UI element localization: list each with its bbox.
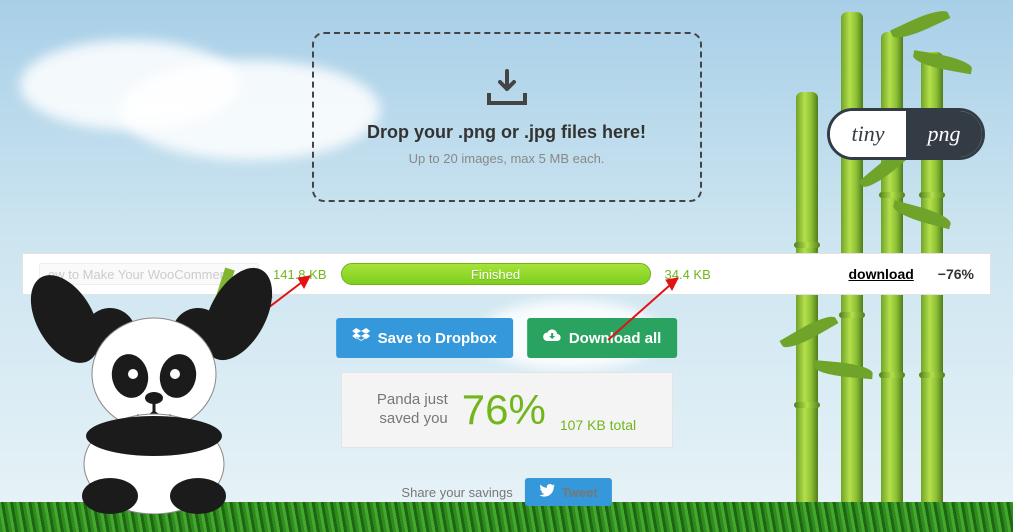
logo-right: png xyxy=(906,111,982,157)
savings-summary: Panda just saved you 76% 107 KB total xyxy=(341,372,673,448)
savings-percent: 76% xyxy=(462,386,546,434)
share-label: Share your savings xyxy=(401,485,512,500)
tinypng-logo[interactable]: tiny png xyxy=(827,108,985,160)
download-tray-icon xyxy=(483,69,531,114)
save-to-dropbox-button[interactable]: Save to Dropbox xyxy=(336,318,513,358)
save-to-dropbox-label: Save to Dropbox xyxy=(378,330,497,347)
bamboo-leaf-decor xyxy=(890,5,950,43)
dropzone-subtitle: Up to 20 images, max 5 MB each. xyxy=(409,151,605,166)
panda-mascot xyxy=(30,264,280,514)
upload-dropzone[interactable]: Drop your .png or .jpg files here! Up to… xyxy=(312,32,702,202)
bamboo-leaf-decor xyxy=(812,360,873,379)
bamboo-decor xyxy=(796,92,818,532)
tweet-label: Tweet xyxy=(562,485,598,500)
twitter-icon xyxy=(539,484,555,500)
savings-total: 107 KB total xyxy=(560,417,636,433)
share-row: Share your savings Tweet xyxy=(401,478,611,506)
result-download-link[interactable]: download xyxy=(848,266,913,282)
dropbox-icon xyxy=(352,328,370,348)
savings-lead-text: Panda just saved you xyxy=(377,391,448,429)
result-status: Finished xyxy=(471,267,520,282)
annotation-arrow-after xyxy=(600,268,690,348)
cloud-download-icon xyxy=(543,329,561,347)
logo-left: tiny xyxy=(830,111,906,157)
result-savings-percent: −76% xyxy=(938,266,974,282)
dropzone-title: Drop your .png or .jpg files here! xyxy=(367,122,646,143)
tweet-button[interactable]: Tweet xyxy=(525,478,612,506)
